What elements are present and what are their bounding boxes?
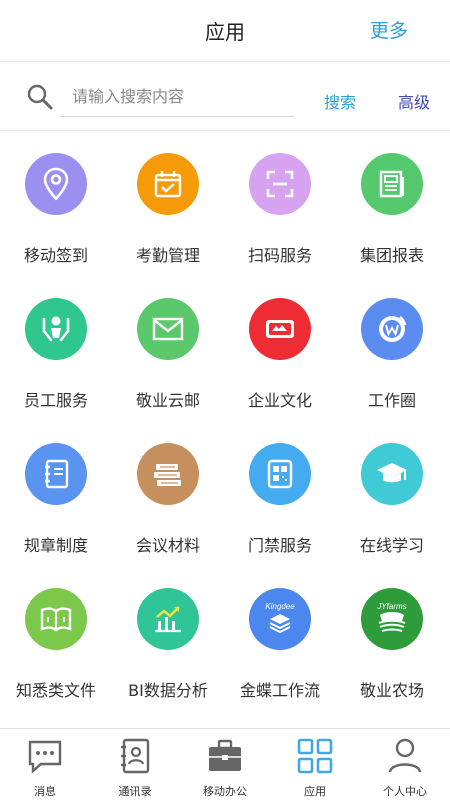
growth-chart-icon [137,588,199,650]
app-label: 在线学习 [359,536,424,555]
app-label: 员工服务 [23,391,88,410]
search-icon [27,84,53,110]
app-label: 知悉类文件 [15,681,96,700]
kingdee-layers-icon: Kingdee [249,588,311,650]
app-tile-scan[interactable]: 扫码服务 [224,132,336,277]
search-bar: 搜索 高级 [0,63,450,131]
tab-label: 应用 [304,785,326,798]
culture-badge-icon [249,298,311,360]
top-bar: 应用 更多 [0,0,450,62]
scan-frame-icon [249,153,311,215]
app-tile-culture[interactable]: 企业文化 [224,277,336,422]
apps-grid-icon [297,738,333,774]
app-label: BI数据分析 [128,681,208,700]
bottom-tab-bar: 消息 通讯录 移动办公 应用 个人中心 [0,728,450,800]
search-button[interactable]: 搜索 [324,89,356,113]
app-tile-farm[interactable]: JYfarms 敬业农场 [336,567,448,712]
search-input[interactable] [60,77,294,117]
briefcase-icon [209,739,241,771]
tab-label: 移动办公 [203,785,247,798]
app-label: 移动签到 [23,246,88,265]
notebook-icon [25,443,87,505]
app-label: 企业文化 [247,391,312,410]
app-label: 门禁服务 [247,536,312,555]
app-tile-reports[interactable]: 集团报表 [336,132,448,277]
app-label: 金蝶工作流 [239,681,320,700]
app-label: 考勤管理 [135,246,200,265]
tab-mobile-office[interactable]: 移动办公 [180,729,270,800]
app-label: 工作圈 [367,391,416,410]
envelope-icon [137,298,199,360]
app-label: 会议材料 [135,536,200,555]
tab-label: 消息 [34,785,56,798]
app-tile-cloud-mail[interactable]: 敬业云邮 [112,277,224,422]
app-tile-checkin[interactable]: 移动签到 [0,132,112,277]
hands-person-icon [25,298,87,360]
kingdee-logo-text: Kingdee [265,602,295,611]
person-icon [388,738,422,773]
app-tile-work-circle[interactable]: 工作圈 [336,277,448,422]
contacts-book-icon [121,738,150,774]
app-label: 敬业农场 [359,681,424,700]
tab-profile[interactable]: 个人中心 [360,729,450,800]
app-label: 集团报表 [359,246,424,265]
app-tile-regulations[interactable]: 规章制度 [0,422,112,567]
graduation-cap-icon [361,443,423,505]
tab-messages[interactable]: 消息 [0,729,90,800]
app-label: 规章制度 [23,536,88,555]
app-tile-employee-service[interactable]: 员工服务 [0,277,112,422]
advanced-search-button[interactable]: 高级 [398,89,430,113]
more-button[interactable]: 更多 [370,16,408,43]
app-tile-access-control[interactable]: 门禁服务 [224,422,336,567]
tab-label: 通讯录 [118,785,152,798]
book-stack-icon [137,443,199,505]
tab-label: 个人中心 [383,785,427,798]
app-tile-attendance[interactable]: 考勤管理 [112,132,224,277]
report-document-icon [361,153,423,215]
tab-apps[interactable]: 应用 [270,729,360,800]
farm-logo-text: JYfarms [376,602,406,611]
app-tile-bi-analysis[interactable]: BI数据分析 [112,567,224,712]
app-tile-notice-files[interactable]: 知悉类文件 [0,567,112,712]
app-label: 敬业云邮 [135,391,200,410]
calendar-check-icon [137,153,199,215]
qr-card-icon [249,443,311,505]
tab-contacts[interactable]: 通讯录 [90,729,180,800]
app-tile-kingdee-workflow[interactable]: Kingdee 金蝶工作流 [224,567,336,712]
app-label: 扫码服务 [247,246,312,265]
circle-w-icon [361,298,423,360]
open-book-icon [25,588,87,650]
farm-field-icon: JYfarms [361,588,423,650]
location-pin-icon [25,153,87,215]
app-tile-meeting-materials[interactable]: 会议材料 [112,422,224,567]
chat-bubble-icon [28,740,62,774]
app-tile-online-learning[interactable]: 在线学习 [336,422,448,567]
